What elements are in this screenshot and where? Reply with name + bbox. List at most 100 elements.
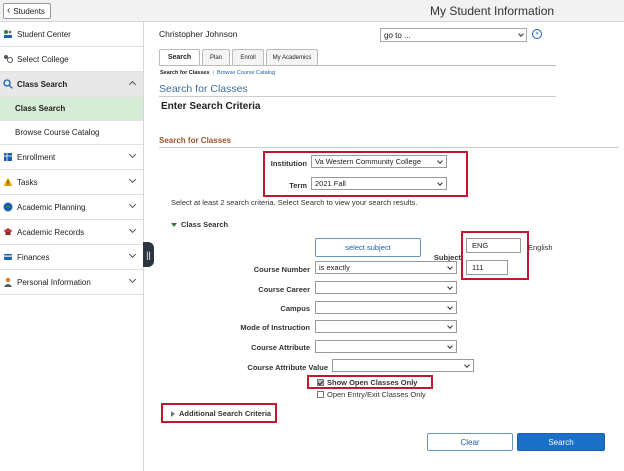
section-divider: [159, 147, 619, 148]
campus-label: Campus: [280, 304, 310, 313]
sidebar-item-academic-planning[interactable]: Academic Planning: [0, 195, 143, 220]
sidebar-item-enrollment[interactable]: Enrollment: [0, 145, 143, 170]
chevron-down-icon: [128, 250, 137, 259]
sidebar-item-label: Browse Course Catalog: [15, 128, 100, 137]
goto-arrow-icon[interactable]: »: [532, 29, 542, 39]
course-attribute-select[interactable]: [315, 340, 457, 353]
open-entry-exit-row[interactable]: Open Entry/Exit Classes Only: [317, 390, 426, 399]
sidebar-item-tasks[interactable]: Tasks: [0, 170, 143, 195]
chevron-down-icon: [437, 158, 443, 164]
sidebar-item-label: Academic Records: [17, 227, 85, 237]
tab-label: Enroll: [240, 54, 256, 61]
tab-plan[interactable]: Plan: [202, 49, 230, 65]
clear-button[interactable]: Clear: [427, 433, 513, 451]
chevron-down-icon: [447, 284, 453, 290]
institution-select[interactable]: Va Western Community College: [311, 155, 447, 168]
course-attribute-value-label: Course Attribute Value: [247, 363, 328, 372]
show-open-classes-checkbox[interactable]: [317, 379, 324, 386]
sidebar-item-label: Class Search: [15, 104, 66, 113]
institution-value: Va Western Community College: [315, 157, 422, 166]
back-to-students-button[interactable]: ‹ Students: [3, 3, 51, 19]
tab-label: Plan: [209, 54, 222, 61]
course-attribute-value-select[interactable]: [332, 359, 474, 372]
app-title: My Student Information: [430, 4, 555, 18]
sidebar-item-academic-records[interactable]: Academic Records: [0, 220, 143, 245]
section-title: Search for Classes: [159, 136, 232, 145]
sidebar-item-label: Class Search: [17, 79, 68, 89]
back-button-label: Students: [13, 6, 45, 16]
additional-search-criteria-toggle[interactable]: Additional Search Criteria: [171, 409, 271, 418]
chevron-down-icon: [437, 180, 443, 186]
tab-label: My Academics: [272, 54, 312, 61]
chevron-down-icon: [128, 175, 137, 184]
subtab-search-for-classes: Search for Classes: [160, 70, 210, 76]
chevron-down-icon: [128, 150, 137, 159]
sidebar-item-label: Enrollment: [17, 152, 56, 162]
sidebar-item-label: Academic Planning: [17, 202, 86, 212]
student-center-icon: [3, 29, 13, 39]
finances-icon: [3, 252, 13, 262]
sidebar-item-label: Finances: [17, 252, 50, 262]
search-icon: [3, 79, 13, 89]
sidebar-collapse-handle[interactable]: ||: [143, 242, 154, 267]
show-open-classes-label: Show Open Classes Only: [327, 378, 418, 387]
top-bar: ‹ Students My Student Information: [0, 0, 624, 22]
instructions-text: Select at least 2 search criteria. Selec…: [171, 198, 418, 207]
subtab-browse-course-catalog-link[interactable]: Browse Course Catalog: [217, 70, 275, 76]
sidebar-item-select-college[interactable]: Select College: [0, 47, 143, 72]
tab-my-academics[interactable]: My Academics: [266, 49, 318, 65]
select-subject-button[interactable]: select subject: [315, 238, 421, 257]
goto-select[interactable]: go to ...: [380, 28, 527, 42]
open-entry-exit-checkbox[interactable]: [317, 391, 324, 398]
course-number-operator-value: is exactly: [319, 263, 350, 272]
user-name: Christopher Johnson: [159, 29, 238, 39]
chevron-left-icon: ‹: [7, 5, 11, 16]
enrollment-icon: [3, 152, 13, 162]
subject-input[interactable]: ENG: [466, 238, 521, 253]
sidebar-subitem-class-search[interactable]: Class Search: [0, 97, 143, 121]
sidebar-item-student-center[interactable]: Student Center: [0, 22, 143, 47]
chevron-up-icon: [128, 80, 137, 89]
academic-planning-icon: [3, 202, 13, 212]
chevron-down-icon: [447, 343, 453, 349]
tab-label: Search: [167, 54, 192, 61]
term-value: 2021 Fall: [315, 179, 346, 188]
mode-of-instruction-select[interactable]: [315, 320, 457, 333]
sidebar-item-finances[interactable]: Finances: [0, 245, 143, 270]
chevron-down-icon: [447, 304, 453, 310]
show-open-classes-row[interactable]: Show Open Classes Only: [317, 378, 417, 387]
main-content: Christopher Johnson go to ... » Search P…: [154, 22, 624, 471]
class-search-section-toggle[interactable]: Class Search: [171, 220, 228, 229]
chevron-down-icon: [518, 31, 524, 37]
academic-records-icon: [3, 227, 13, 237]
course-career-select[interactable]: [315, 281, 457, 294]
chevron-down-icon: [128, 200, 137, 209]
course-number-operator-select[interactable]: is exactly: [315, 261, 457, 274]
tab-enroll[interactable]: Enroll: [232, 49, 264, 65]
pause-bars-icon: ||: [146, 249, 151, 260]
sidebar-item-personal-information[interactable]: Personal Information: [0, 270, 143, 295]
tab-search[interactable]: Search: [159, 49, 200, 65]
enter-search-criteria-heading: Enter Search Criteria: [161, 101, 261, 112]
course-number-label: Course Number: [253, 265, 310, 274]
chevron-down-icon: [128, 225, 137, 234]
term-select[interactable]: 2021 Fall: [311, 177, 447, 190]
campus-select[interactable]: [315, 301, 457, 314]
personal-info-icon: [3, 277, 13, 287]
term-label: Term: [289, 181, 307, 190]
search-button[interactable]: Search: [517, 433, 605, 451]
heading-divider: [159, 96, 556, 97]
subject-description: English: [528, 243, 553, 252]
tab-bar: Search Plan Enroll My Academics: [159, 49, 320, 65]
chevron-down-icon: [128, 275, 137, 284]
triangle-down-icon: [171, 222, 177, 227]
sidebar-subitem-browse-course-catalog[interactable]: Browse Course Catalog: [0, 121, 143, 145]
warning-icon: [3, 177, 13, 187]
sidebar-item-label: Select College: [17, 54, 69, 64]
additional-search-criteria-label: Additional Search Criteria: [179, 409, 272, 418]
course-career-label: Course Career: [258, 285, 310, 294]
chevron-down-icon: [447, 264, 453, 270]
course-number-input[interactable]: 111: [466, 260, 508, 275]
sidebar-item-class-search[interactable]: Class Search: [0, 72, 143, 97]
chevron-down-icon: [447, 323, 453, 329]
